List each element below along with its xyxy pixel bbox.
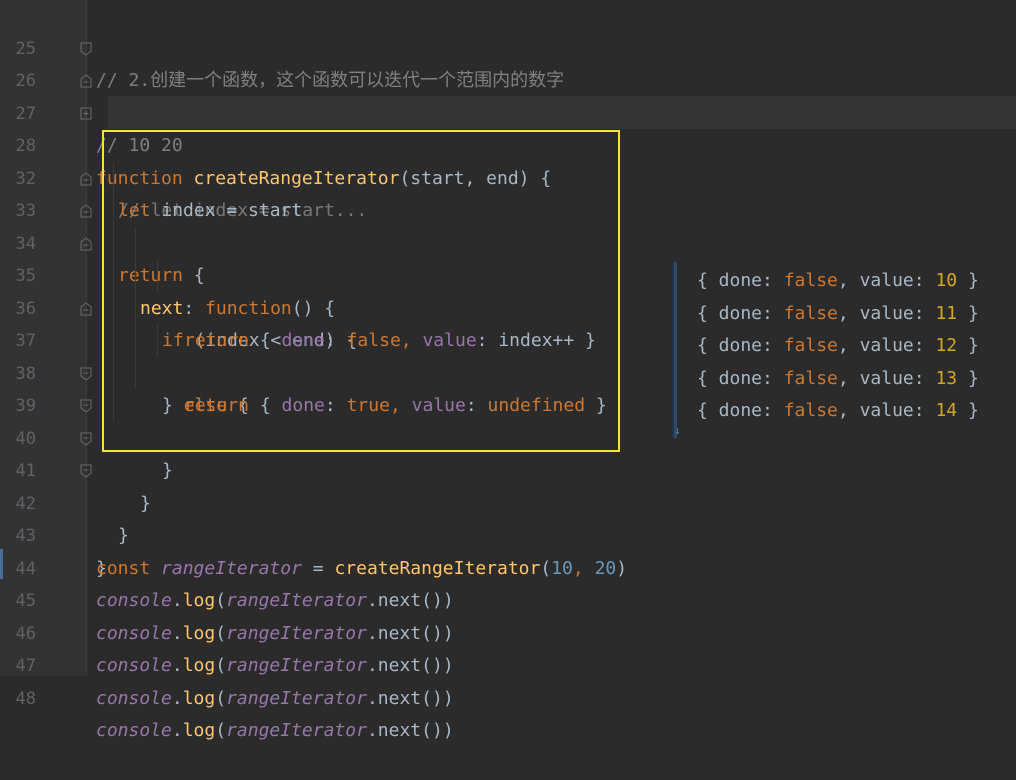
output-line: { done: false, value: 14 } [697, 400, 979, 421]
code-text: console.log(rangeIterator.next()) [96, 720, 454, 741]
fold-collapse-icon[interactable] [80, 74, 92, 88]
indent-guide [113, 162, 114, 422]
fold-expand-icon[interactable] [80, 107, 92, 121]
code-line[interactable]: 25 // 2.创建一个函数，这个函数可以迭代一个范围内的数字 [0, 0, 1016, 92]
fold-end-icon[interactable] [80, 42, 92, 56]
console-output-panel[interactable]: { done: false, value: 10 } { done: false… [674, 262, 1016, 438]
code-line[interactable]: 42 } [0, 455, 1016, 579]
code-line[interactable]: 32 let index = start [0, 130, 1016, 222]
output-line: { done: false, value: 12 } [697, 335, 979, 356]
code-line[interactable]: 27 function createRangeIterator(start, e… [0, 65, 1016, 189]
code-line[interactable]: 33 return { [0, 163, 1016, 286]
down-arrow-icon[interactable]: ↓ [674, 425, 686, 437]
fold-end-icon[interactable] [80, 367, 92, 381]
code-line[interactable]: 34 next: function() { [0, 195, 1016, 319]
indent-guide [135, 227, 136, 389]
fold-collapse-icon[interactable] [80, 301, 92, 316]
indent-guide [157, 260, 158, 292]
fold-collapse-icon[interactable] [80, 171, 92, 186]
fold-end-icon[interactable] [80, 432, 92, 446]
caret-line-marker [0, 549, 3, 579]
fold-collapse-icon[interactable] [80, 204, 92, 218]
code-line[interactable]: 46 console.log(rangeIterator.next()) [0, 585, 1016, 677]
output-line: { done: false, value: 13 } [697, 367, 979, 389]
fold-end-icon[interactable] [80, 399, 92, 413]
fold-collapse-icon[interactable] [80, 236, 92, 251]
code-line[interactable]: 45 console.log(rangeIterator.next()) [0, 553, 1016, 644]
code-line[interactable]: 28 // let index = start... [0, 98, 1016, 221]
indent-guide [157, 325, 158, 357]
code-text: console.log(rangeIterator.next()) [96, 687, 454, 709]
fold-end-icon[interactable] [80, 464, 92, 478]
code-line[interactable]: 43 const rangeIterator = createRangeIter… [0, 488, 1016, 579]
code-line[interactable]: 47 console.log(rangeIterator.next()) [0, 618, 1016, 709]
code-line[interactable]: 44 console.log(rangeIterator.next()) [0, 520, 1016, 612]
output-line: { done: false, value: 11 } [697, 302, 979, 324]
output-line: { done: false, value: 10 } [697, 270, 979, 291]
code-line[interactable]: 35 if (index < end) { [0, 228, 1016, 351]
line-number: 48 [15, 688, 36, 709]
code-line[interactable]: 26 // 10 20 [0, 33, 1016, 156]
code-line[interactable]: 48 console.log(rangeIterator.next()) [0, 650, 1016, 742]
